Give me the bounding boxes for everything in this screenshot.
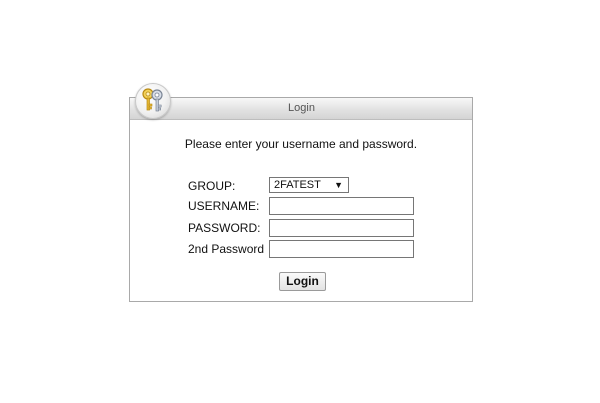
group-selected-value: 2FATEST — [274, 179, 321, 191]
panel-title: Login — [288, 102, 315, 114]
second-password-input[interactable] — [269, 240, 414, 258]
login-page: Login Please enter your username and pas… — [0, 0, 600, 403]
keys-icon — [135, 83, 171, 119]
login-instructions: Please enter your username and password. — [184, 137, 418, 151]
password-input[interactable] — [269, 219, 414, 237]
username-row: USERNAME: — [188, 197, 468, 215]
group-select[interactable]: 2FATEST ▼ — [269, 177, 349, 193]
password-row: PASSWORD: — [188, 219, 468, 237]
chevron-down-icon: ▼ — [334, 180, 343, 190]
username-label: USERNAME: — [188, 199, 260, 213]
panel-header: Login — [130, 98, 472, 120]
login-panel: Login Please enter your username and pas… — [129, 97, 473, 302]
login-button[interactable]: Login — [279, 272, 326, 291]
group-row: GROUP: 2FATEST ▼ — [188, 177, 468, 195]
second-password-label: 2nd Password — [188, 242, 265, 256]
password-label: PASSWORD: — [188, 221, 261, 235]
second-password-row: 2nd Password — [188, 240, 468, 258]
group-label: GROUP: — [188, 179, 236, 193]
username-input[interactable] — [269, 197, 414, 215]
